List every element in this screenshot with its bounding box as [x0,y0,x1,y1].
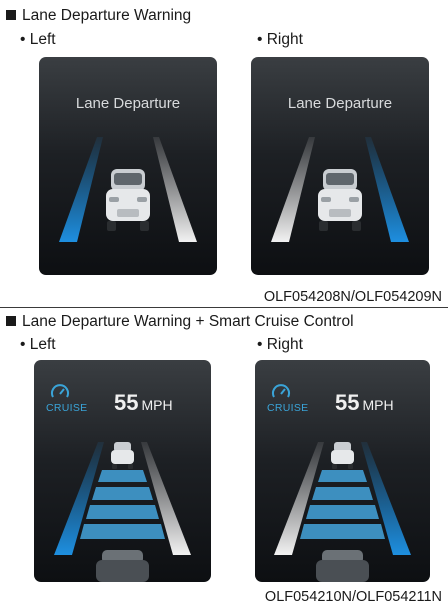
lead-car-icon [331,442,354,469]
bullet-square-icon [6,316,16,326]
car-rear-icon [106,169,150,231]
right-label: • Right [257,336,303,353]
distance-bar [312,487,373,500]
section1-title: Lane Departure Warning [4,7,191,25]
bullet-square-icon [6,10,16,20]
cruise-label: CRUISE [46,402,88,414]
speed-unit: MPH [141,397,173,413]
car-rear-icon [318,169,362,231]
own-car-icon [316,550,369,582]
lane-line-left [271,137,315,242]
lane-departure-cruise-left-panel: CRUISE 55 MPH [34,360,211,582]
speed-value: 55 [114,390,139,415]
cruise-gauge-icon [272,384,290,398]
speed-unit: MPH [362,397,394,413]
lane-departure-right-panel: Lane Departure [251,57,429,275]
cruise-label: CRUISE [267,402,309,414]
distance-bar [98,470,147,482]
distance-bar [86,505,159,519]
cruise-gauge-icon [51,384,69,398]
lane-line-right [153,137,197,242]
distance-bar [80,524,165,539]
lead-car-icon [111,442,134,469]
section-divider [0,307,448,308]
right-label: • Right [257,31,303,48]
left-label: • Left [20,336,56,353]
own-car-icon [96,550,149,582]
set-speed: 55 MPH [335,390,394,416]
distance-bar [318,470,367,482]
figure-code-2: OLF054210N/OLF054211N [264,589,442,605]
distance-bar [306,505,379,519]
lane-departure-text: Lane Departure [287,95,393,112]
left-label: • Left [20,31,56,48]
lane-departure-text: Lane Departure [75,95,181,112]
lane-line-left-warning [59,137,103,242]
distance-bar [300,524,385,539]
lane-departure-left-panel: Lane Departure [39,57,217,275]
distance-bar [92,487,153,500]
figure-code-1: OLF054208N/OLF054209N [263,289,442,305]
set-speed: 55 MPH [114,390,173,416]
lane-departure-cruise-right-panel: CRUISE 55 MPH [255,360,430,582]
lane-line-right-warning [365,137,409,242]
speed-value: 55 [335,390,360,415]
section2-title: Lane Departure Warning + Smart Cruise Co… [4,313,354,331]
